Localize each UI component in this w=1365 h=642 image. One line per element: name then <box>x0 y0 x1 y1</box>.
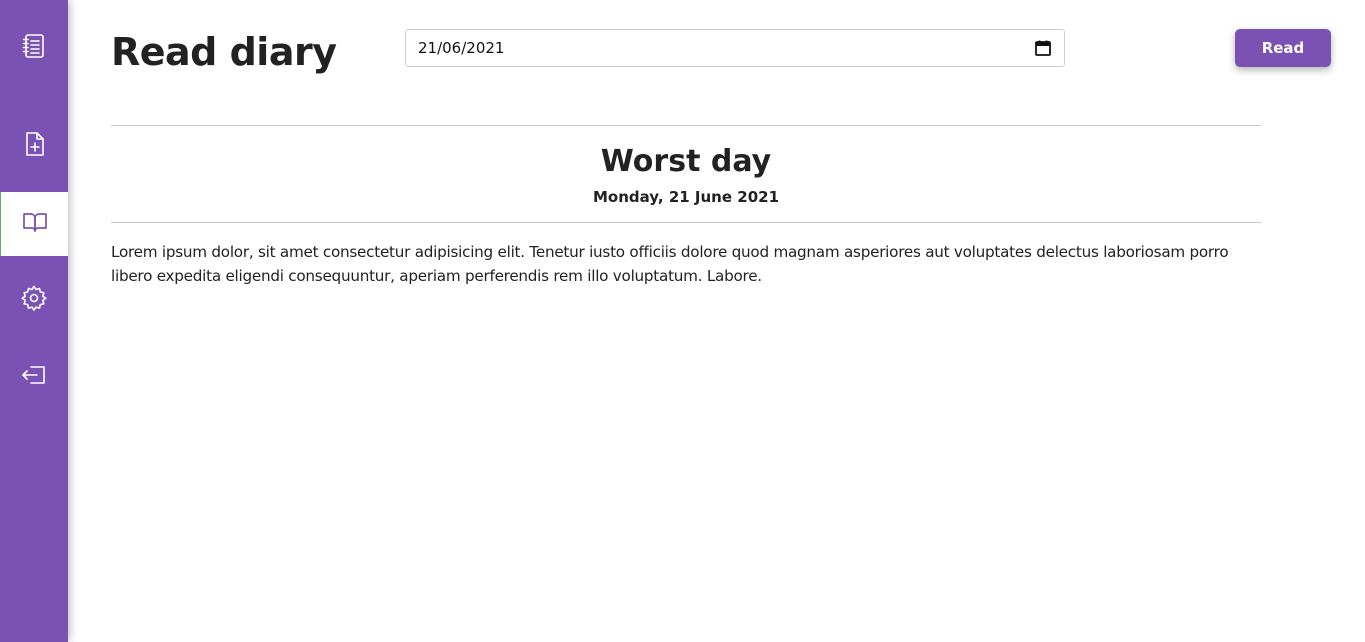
open-book-icon <box>21 208 49 240</box>
date-input-value: 21/06/2021 <box>418 39 505 57</box>
sidebar-item-diaries[interactable] <box>0 16 68 80</box>
sidebar-item-settings[interactable] <box>0 268 68 332</box>
divider <box>111 222 1261 223</box>
sidebar-item-read-diary[interactable] <box>0 192 68 256</box>
entry-title: Worst day <box>600 144 772 179</box>
logout-icon <box>20 361 48 393</box>
page-title: Read diary <box>111 30 337 74</box>
entry-date: Monday, 21 June 2021 <box>592 188 780 206</box>
new-file-icon <box>20 130 48 162</box>
sidebar-item-logout[interactable] <box>0 345 68 409</box>
entry-body: Lorem ipsum dolor, sit amet consectetur … <box>111 243 1229 285</box>
notebook-list-icon <box>20 32 48 64</box>
gear-icon <box>20 284 48 316</box>
sidebar <box>0 0 68 642</box>
sidebar-item-new-entry[interactable] <box>0 114 68 178</box>
divider <box>111 125 1261 126</box>
date-input[interactable]: 21/06/2021 <box>405 29 1065 67</box>
read-button[interactable]: Read <box>1235 29 1331 67</box>
calendar-icon[interactable] <box>1034 39 1052 57</box>
